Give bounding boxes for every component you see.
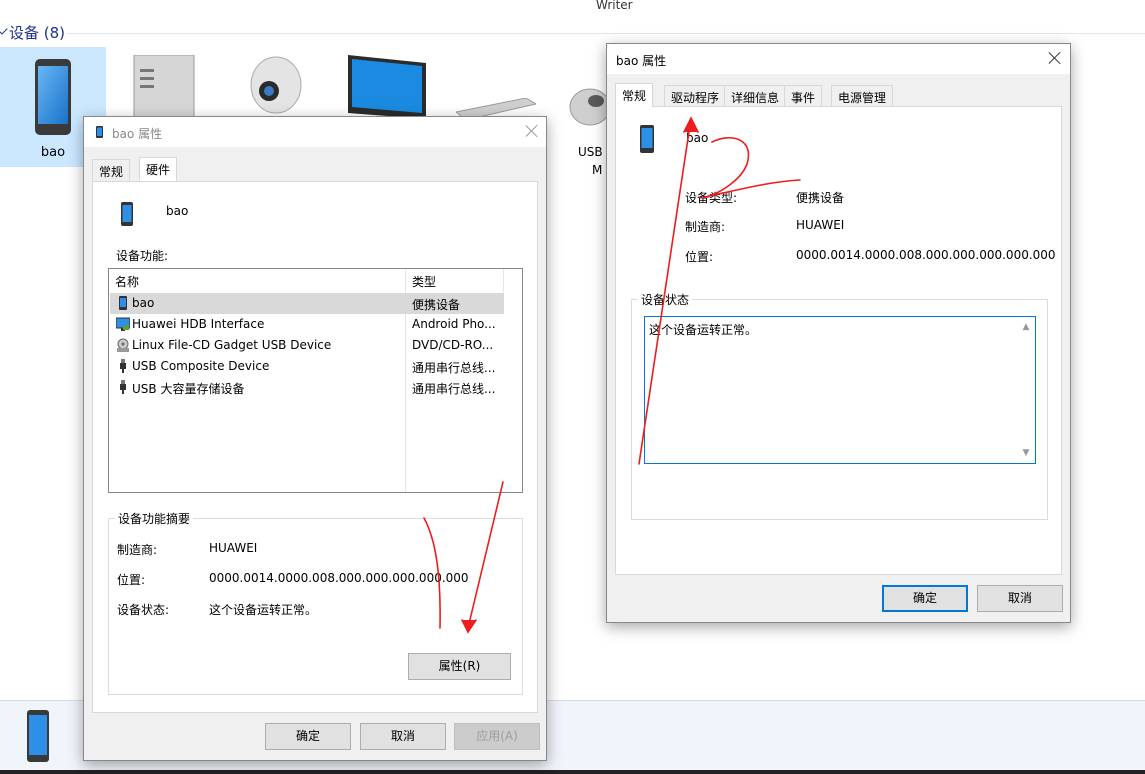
status-text: 这个设备运转正常。 — [649, 323, 758, 337]
window-title: Writer — [596, 0, 633, 12]
device-tile-monitor[interactable] — [346, 55, 428, 121]
list-item[interactable]: USB 大容量存储设备 通用串行总线... — [110, 377, 504, 398]
apply-button[interactable]: 应用(A) — [454, 723, 540, 750]
properties-dialog-general: bao 属性 常规 驱动程序 详细信息 事件 电源管理 bao 设备类型: 便携… — [606, 43, 1071, 623]
cancel-button[interactable]: 取消 — [360, 723, 446, 750]
general-tab-panel: bao 设备类型: 便携设备 制造商: HUAWEI 位置: 0000.0014… — [615, 106, 1062, 575]
group-caption: 设备功能摘要 — [115, 510, 194, 527]
disc-drive-icon — [117, 338, 129, 352]
device-tile-pc[interactable] — [130, 54, 198, 118]
manufacturer-label: 制造商: — [117, 543, 158, 557]
taskbar-edge — [0, 770, 1145, 774]
list-item-name: Huawei HDB Interface — [132, 317, 265, 331]
tower-pc-icon — [133, 54, 195, 118]
status-label: 设备状态: — [117, 603, 170, 617]
status-value: 这个设备运转正常。 — [209, 603, 318, 617]
list-item[interactable]: Huawei HDB Interface Android Pho... — [110, 314, 504, 335]
device-tile-mouse[interactable]: USB M — [568, 85, 608, 185]
manufacturer-value: HUAWEI — [209, 541, 258, 555]
phone-small-icon — [119, 296, 127, 310]
section-divider — [66, 33, 1145, 34]
device-status-group: 设备状态 这个设备运转正常。 ▲ ▼ — [631, 291, 1048, 520]
list-item-name: USB 大容量存储设备 — [132, 382, 245, 396]
scroll-down-icon[interactable]: ▼ — [1019, 446, 1033, 460]
dialog-title: bao 属性 — [616, 54, 667, 68]
close-icon[interactable] — [1047, 50, 1063, 66]
manufacturer-label: 制造商: — [685, 220, 726, 234]
list-item[interactable]: USB Composite Device 通用串行总线... — [110, 356, 504, 377]
device-type-label: 设备类型: — [685, 191, 738, 205]
tab-power-management[interactable]: 电源管理 — [831, 85, 894, 107]
device-name: bao — [166, 204, 189, 218]
list-item-type: DVD/CD-RO... — [412, 338, 494, 352]
hardware-tab-panel: bao 设备功能: 名称 类型 bao 便携设备 Huawei HDB Inte… — [92, 181, 538, 713]
list-item-type: 通用串行总线... — [412, 382, 496, 396]
devices-section-header[interactable]: 设备 (8) — [0, 22, 1145, 42]
tab-general[interactable]: 常规 — [92, 159, 131, 181]
location-label: 位置: — [685, 250, 714, 264]
list-item-name: USB Composite Device — [132, 359, 270, 373]
close-icon[interactable] — [524, 123, 540, 139]
chevron-down-icon[interactable] — [0, 23, 8, 35]
device-functions-list[interactable]: 名称 类型 bao 便携设备 Huawei HDB Interface Andr… — [108, 268, 523, 493]
list-item[interactable]: Linux File-CD Gadget USB Device DVD/CD-R… — [110, 335, 504, 356]
device-type-value: 便携设备 — [796, 191, 845, 205]
dialog-titlebar[interactable]: bao 属性 — [607, 44, 1070, 74]
phone-icon — [27, 710, 49, 762]
device-status-textbox[interactable]: 这个设备运转正常。 ▲ ▼ — [644, 316, 1036, 464]
ok-button[interactable]: 确定 — [882, 585, 968, 612]
column-header-type[interactable]: 类型 — [406, 269, 504, 292]
webcam-icon — [250, 56, 302, 114]
mouse-icon — [569, 88, 608, 126]
tab-driver[interactable]: 驱动程序 — [664, 85, 727, 107]
ok-button[interactable]: 确定 — [265, 723, 351, 750]
dialog-title: bao 属性 — [112, 127, 163, 141]
monitor-small-icon — [116, 317, 130, 331]
location-value: 0000.0014.0000.008.000.000.000.000.000 — [209, 571, 469, 585]
location-label: 位置: — [117, 573, 146, 587]
tab-hardware[interactable]: 硬件 — [139, 157, 178, 181]
cancel-button[interactable]: 取消 — [977, 585, 1063, 612]
phone-small-icon — [96, 126, 103, 138]
list-item-type: 便携设备 — [412, 298, 461, 312]
device-name: bao — [686, 131, 709, 145]
list-item-name: Linux File-CD Gadget USB Device — [132, 338, 332, 352]
tab-events[interactable]: 事件 — [784, 85, 823, 107]
scroll-up-icon[interactable]: ▲ — [1019, 320, 1033, 334]
function-summary-group: 设备功能摘要 制造商: HUAWEI 位置: 0000.0014.0000.00… — [108, 510, 523, 695]
manufacturer-value: HUAWEI — [796, 218, 845, 232]
usb-plug-icon — [120, 359, 126, 373]
location-value: 0000.0014.0000.008.000.000.000.000.000 — [796, 248, 1056, 262]
list-item-type: 通用串行总线... — [412, 361, 496, 375]
list-item[interactable]: bao 便携设备 — [110, 293, 504, 314]
device-tile-webcam[interactable] — [244, 55, 302, 117]
dialog-titlebar[interactable]: bao 属性 — [84, 117, 546, 147]
properties-button[interactable]: 属性(R) — [408, 653, 511, 680]
properties-dialog-hardware: bao 属性 常规 硬件 bao 设备功能: 名称 类型 bao 便携设备 Hu… — [83, 116, 547, 761]
section-title: 设备 (8) — [9, 24, 66, 42]
usb-plug-icon — [120, 380, 126, 394]
phone-small-icon — [121, 202, 133, 226]
tab-details[interactable]: 详细信息 — [724, 85, 787, 107]
functions-label: 设备功能: — [116, 249, 169, 263]
list-item-type: Android Pho... — [412, 317, 496, 331]
list-item-name: bao — [132, 296, 155, 310]
phone-icon — [35, 59, 71, 135]
column-header-name[interactable]: 名称 — [109, 269, 406, 292]
monitor-icon — [348, 55, 426, 119]
phone-small-icon — [640, 125, 654, 153]
group-caption: 设备状态 — [638, 291, 693, 308]
tab-general[interactable]: 常规 — [615, 83, 654, 107]
